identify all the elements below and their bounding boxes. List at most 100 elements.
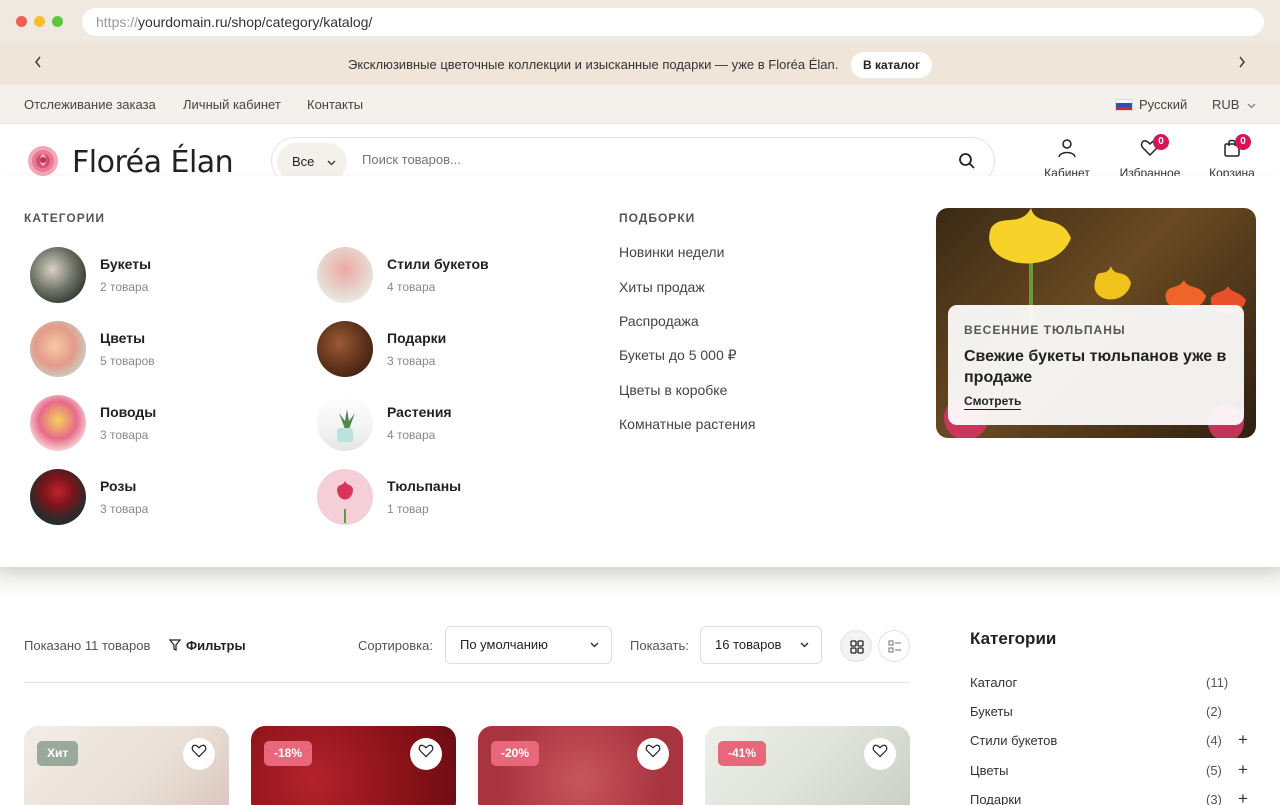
catalog-button[interactable]: В каталог	[851, 52, 932, 78]
window-controls	[16, 16, 63, 27]
chevron-down-icon	[327, 160, 336, 166]
close-window-button[interactable]	[16, 16, 27, 27]
order-tracking-link[interactable]: Отслеживание заказа	[24, 97, 156, 112]
category-item-plants[interactable]: Растения 4 товара	[317, 395, 577, 453]
category-item-occasions[interactable]: Поводы 3 товара	[30, 395, 290, 453]
cart-label: Корзина	[1209, 166, 1255, 176]
account-link[interactable]: Личный кабинет	[183, 97, 281, 112]
expand-plus-icon[interactable]: +	[1238, 760, 1248, 780]
product-card[interactable]: Хит	[24, 726, 229, 805]
heart-icon[interactable]	[410, 738, 442, 770]
category-count: 3 товара	[100, 428, 149, 442]
rose-logo-icon[interactable]	[26, 144, 60, 176]
currency-selector[interactable]: RUB	[1212, 97, 1256, 112]
chevron-right-icon[interactable]	[1232, 54, 1252, 75]
category-thumbnail	[317, 469, 373, 525]
category-thumbnail	[317, 247, 373, 303]
site-logo[interactable]: Floréa Élan	[72, 145, 234, 176]
expand-plus-icon[interactable]: +	[1238, 789, 1248, 805]
search-icon[interactable]	[958, 152, 976, 175]
category-count: 4 товара	[387, 280, 436, 294]
category-item-roses[interactable]: Розы 3 товара	[30, 469, 290, 527]
sort-select[interactable]: По умолчанию	[445, 626, 612, 664]
sidebar-item-label: Подарки	[970, 792, 1022, 805]
collection-link-flower-box[interactable]: Цветы в коробке	[619, 382, 727, 398]
category-name: Растения	[387, 404, 452, 420]
categories-heading: КАТЕГОРИИ	[24, 211, 105, 225]
category-item-gifts[interactable]: Подарки 3 товара	[317, 321, 577, 379]
filters-label: Фильтры	[186, 638, 246, 653]
sidebar-item-gifts[interactable]: Подарки (3) +	[970, 789, 1250, 805]
heart-icon[interactable]	[864, 738, 896, 770]
product-badge: Хит	[37, 741, 79, 766]
filters-button[interactable]: Фильтры	[168, 638, 246, 653]
chevron-left-icon[interactable]	[28, 54, 48, 75]
minimize-window-button[interactable]	[34, 16, 45, 27]
tulips-promo-card[interactable]: ВЕСЕННИЕ ТЮЛЬПАНЫ Свежие букеты тюльпано…	[936, 208, 1256, 438]
site-header: Floréa Élan Все Кабинет 0 Избранное 0 Ко…	[0, 124, 1280, 176]
per-page-select[interactable]: 16 товаров	[700, 626, 822, 664]
category-item-tulips[interactable]: Тюльпаны 1 товар	[317, 469, 577, 527]
filter-icon	[168, 639, 182, 651]
expand-plus-icon[interactable]: +	[1238, 730, 1248, 750]
search-input[interactable]	[362, 152, 922, 167]
product-card[interactable]: -20%	[478, 726, 683, 805]
mega-menu: КАТЕГОРИИ Букеты 2 товара Стили букетов …	[0, 176, 1280, 567]
collection-link-bestsellers[interactable]: Хиты продаж	[619, 279, 705, 295]
collection-link-sale[interactable]: Распродажа	[619, 313, 699, 329]
promo-overlay: ВЕСЕННИЕ ТЮЛЬПАНЫ Свежие букеты тюльпано…	[948, 305, 1244, 425]
category-item-bouquet-styles[interactable]: Стили букетов 4 товара	[317, 247, 577, 305]
maximize-window-button[interactable]	[52, 16, 63, 27]
product-card[interactable]: -41%	[705, 726, 910, 805]
sidebar-item-catalog[interactable]: Каталог (11)	[970, 675, 1250, 695]
collection-link-under-5000[interactable]: Букеты до 5 000 ₽	[619, 347, 737, 364]
sort-value: По умолчанию	[460, 637, 548, 652]
sidebar-item-bouquets[interactable]: Букеты (2)	[970, 704, 1250, 724]
cart-count-badge: 0	[1235, 134, 1251, 150]
divider	[24, 682, 910, 683]
url-protocol: https://	[96, 14, 139, 30]
sidebar-item-bouquet-styles[interactable]: Стили букетов (4) +	[970, 730, 1250, 753]
category-thumbnail	[30, 247, 86, 303]
promo-title: Свежие букеты тюльпанов уже в продаже	[964, 348, 1227, 386]
category-name: Подарки	[387, 330, 447, 346]
category-count: 1 товар	[387, 502, 429, 516]
category-item-bouquets[interactable]: Букеты 2 товара	[30, 247, 290, 305]
chevron-down-icon	[1247, 103, 1256, 109]
heart-icon[interactable]	[183, 738, 215, 770]
promo-view-link[interactable]: Смотреть	[964, 394, 1022, 410]
category-name: Розы	[100, 478, 137, 494]
search-category-select[interactable]: Все	[277, 143, 347, 176]
category-count: 3 товара	[100, 502, 149, 516]
collection-link-houseplants[interactable]: Комнатные растения	[619, 416, 755, 432]
account-button[interactable]: Кабинет	[1032, 138, 1102, 176]
category-item-flowers[interactable]: Цветы 5 товаров	[30, 321, 290, 379]
category-count: 5 товаров	[100, 354, 155, 368]
wishlist-count-badge: 0	[1153, 134, 1169, 150]
product-card[interactable]: -18%	[251, 726, 456, 805]
category-name: Букеты	[100, 256, 152, 272]
sidebar-item-flowers[interactable]: Цветы (5) +	[970, 760, 1250, 783]
currency-value: RUB	[1212, 97, 1240, 112]
browser-chrome: https://yourdomain.ru/shop/category/kata…	[0, 0, 1280, 44]
heart-icon[interactable]	[637, 738, 669, 770]
sidebar-item-label: Цветы	[970, 763, 1009, 778]
user-icon	[1058, 139, 1076, 158]
sidebar-item-count: (3)	[1206, 792, 1222, 805]
language-selector[interactable]: Русский	[1139, 97, 1187, 112]
collection-link-new[interactable]: Новинки недели	[619, 244, 724, 260]
contacts-link[interactable]: Контакты	[307, 97, 363, 112]
per-page-value: 16 товаров	[715, 637, 782, 652]
promo-text: Эксклюзивные цветочные коллекции и изыск…	[348, 57, 839, 72]
product-badge: -41%	[718, 741, 767, 766]
wishlist-button[interactable]: 0 Избранное	[1115, 134, 1185, 176]
sidebar-item-label: Стили букетов	[970, 733, 1058, 748]
sidebar-title: Категории	[970, 629, 1057, 648]
search-category-value: Все	[292, 154, 315, 169]
cart-button[interactable]: 0 Корзина	[1197, 134, 1267, 176]
address-bar[interactable]: https://yourdomain.ru/shop/category/kata…	[82, 8, 1264, 36]
top-nav: Отслеживание заказа Личный кабинет Конта…	[0, 85, 1280, 124]
list-view-button[interactable]	[878, 630, 910, 662]
grid-view-button[interactable]	[840, 630, 872, 662]
category-thumbnail	[30, 321, 86, 377]
